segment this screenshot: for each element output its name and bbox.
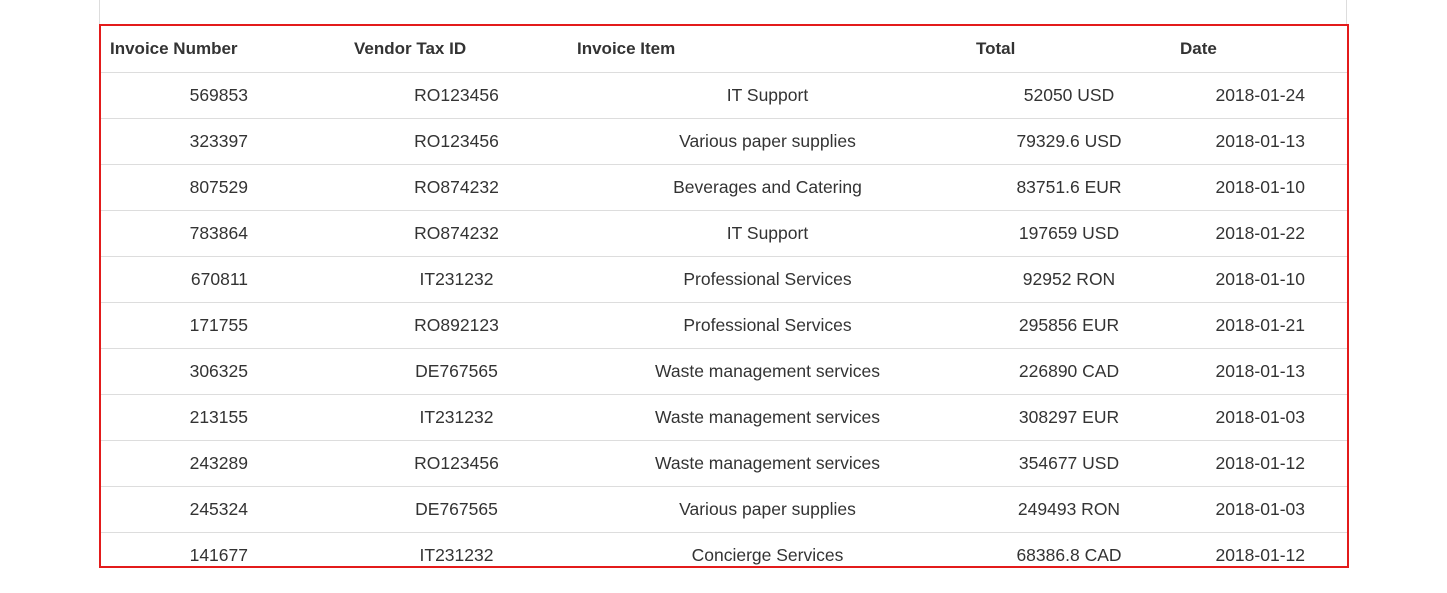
cell-invoice-number: 807529 <box>101 164 345 211</box>
cell-date: 2018-01-03 <box>1171 486 1347 533</box>
header-total[interactable]: Total <box>967 26 1171 73</box>
cell-vendor-tax-id: DE767565 <box>345 348 568 395</box>
cell-total: 83751.6 EUR <box>967 164 1171 211</box>
cell-vendor-tax-id: RO123456 <box>345 72 568 119</box>
table-row[interactable]: 245324 DE767565 Various paper supplies 2494… <box>101 486 1347 533</box>
cell-date: 2018-01-12 <box>1171 532 1347 566</box>
cell-total: 52050 USD <box>967 72 1171 119</box>
table-body: 569853 RO123456 IT Support 52050 USD 2018-01… <box>101 72 1347 566</box>
page: Invoice Number Vendor Tax ID Invoice Ite… <box>0 0 1447 593</box>
cell-invoice-number: 306325 <box>101 348 345 395</box>
cell-invoice-number: 213155 <box>101 394 345 441</box>
cell-invoice-item: IT Support <box>568 210 967 257</box>
cell-date: 2018-01-13 <box>1171 118 1347 165</box>
cell-date: 2018-01-10 <box>1171 164 1347 211</box>
cell-date: 2018-01-21 <box>1171 302 1347 349</box>
header-invoice-item[interactable]: Invoice Item <box>568 26 967 73</box>
cell-invoice-number: 245324 <box>101 486 345 533</box>
cell-invoice-item: Waste management services <box>568 394 967 441</box>
cell-total: 79329.6 USD <box>967 118 1171 165</box>
table-row[interactable]: 213155 IT231232 Waste management services 3… <box>101 394 1347 441</box>
cell-vendor-tax-id: IT231232 <box>345 532 568 566</box>
table-row[interactable]: 670811 IT231232 Professional Services 92952… <box>101 256 1347 303</box>
cell-date: 2018-01-22 <box>1171 210 1347 257</box>
cell-total: 249493 RON <box>967 486 1171 533</box>
cell-vendor-tax-id: RO874232 <box>345 210 568 257</box>
table-row[interactable]: 306325 DE767565 Waste management services 2… <box>101 348 1347 395</box>
table-row[interactable]: 783864 RO874232 IT Support 197659 USD 2018-0… <box>101 210 1347 257</box>
cell-invoice-number: 783864 <box>101 210 345 257</box>
cell-invoice-number: 141677 <box>101 532 345 566</box>
table-header: Invoice Number Vendor Tax ID Invoice Ite… <box>101 26 1347 73</box>
cell-invoice-number: 670811 <box>101 256 345 303</box>
cell-total: 308297 EUR <box>967 394 1171 441</box>
cell-date: 2018-01-12 <box>1171 440 1347 487</box>
table-row[interactable]: 243289 RO123456 Waste management services 3… <box>101 440 1347 487</box>
header-vendor-tax-id[interactable]: Vendor Tax ID <box>345 26 568 73</box>
table-row[interactable]: 141677 IT231232 Concierge Services 68386.8 … <box>101 532 1347 566</box>
cell-total: 354677 USD <box>967 440 1171 487</box>
cell-invoice-item: Beverages and Catering <box>568 164 967 211</box>
cell-invoice-item: Professional Services <box>568 302 967 349</box>
cell-invoice-item: IT Support <box>568 72 967 119</box>
cell-vendor-tax-id: RO123456 <box>345 118 568 165</box>
cell-date: 2018-01-10 <box>1171 256 1347 303</box>
cell-invoice-item: Professional Services <box>568 256 967 303</box>
cell-vendor-tax-id: RO874232 <box>345 164 568 211</box>
table-row[interactable]: 323397 RO123456 Various paper supplies 7932… <box>101 118 1347 165</box>
invoice-table-highlight: Invoice Number Vendor Tax ID Invoice Ite… <box>99 24 1349 568</box>
panel-frame <box>99 0 1347 25</box>
table-row[interactable]: 807529 RO874232 Beverages and Catering 8375… <box>101 164 1347 211</box>
cell-vendor-tax-id: RO123456 <box>345 440 568 487</box>
cell-vendor-tax-id: DE767565 <box>345 486 568 533</box>
cell-total: 68386.8 CAD <box>967 532 1171 566</box>
cell-total: 92952 RON <box>967 256 1171 303</box>
cell-total: 295856 EUR <box>967 302 1171 349</box>
header-invoice-number[interactable]: Invoice Number <box>101 26 345 73</box>
cell-date: 2018-01-24 <box>1171 72 1347 119</box>
cell-invoice-item: Waste management services <box>568 348 967 395</box>
table-row[interactable]: 569853 RO123456 IT Support 52050 USD 2018-01… <box>101 72 1347 119</box>
cell-invoice-item: Various paper supplies <box>568 118 967 165</box>
cell-total: 226890 CAD <box>967 348 1171 395</box>
cell-date: 2018-01-13 <box>1171 348 1347 395</box>
cell-invoice-item: Various paper supplies <box>568 486 967 533</box>
cell-invoice-number: 243289 <box>101 440 345 487</box>
cell-invoice-number: 569853 <box>101 72 345 119</box>
cell-invoice-number: 171755 <box>101 302 345 349</box>
cell-vendor-tax-id: IT231232 <box>345 256 568 303</box>
cell-total: 197659 USD <box>967 210 1171 257</box>
header-date[interactable]: Date <box>1171 26 1347 73</box>
cell-date: 2018-01-03 <box>1171 394 1347 441</box>
cell-vendor-tax-id: RO892123 <box>345 302 568 349</box>
cell-vendor-tax-id: IT231232 <box>345 394 568 441</box>
cell-invoice-number: 323397 <box>101 118 345 165</box>
cell-invoice-item: Concierge Services <box>568 532 967 566</box>
table-row[interactable]: 171755 RO892123 Professional Services 29585… <box>101 302 1347 349</box>
cell-invoice-item: Waste management services <box>568 440 967 487</box>
invoice-table: Invoice Number Vendor Tax ID Invoice Ite… <box>101 26 1347 566</box>
header-row: Invoice Number Vendor Tax ID Invoice Ite… <box>101 26 1347 73</box>
